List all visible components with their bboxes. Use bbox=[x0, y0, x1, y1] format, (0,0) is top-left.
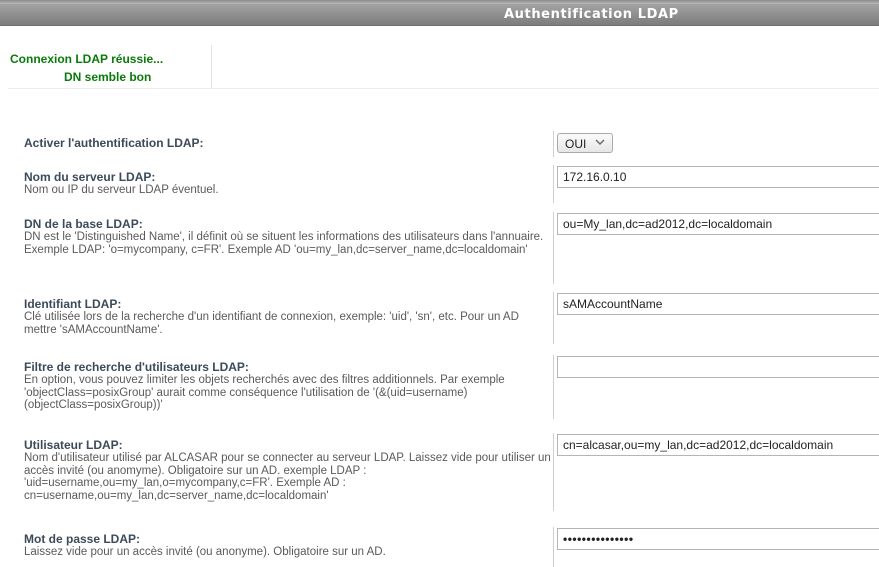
ldap-user-description: Nom d'utilisateur utilisé par ALCASAR po… bbox=[24, 452, 551, 502]
status-message: Connexion LDAP réussie... bbox=[10, 52, 164, 66]
activate-ldap-label: Activer l'authentification LDAP: bbox=[24, 136, 204, 150]
connection-status: Connexion LDAP réussie... DN semble bon bbox=[8, 45, 212, 89]
server-name-label: Nom du serveur LDAP: bbox=[24, 170, 156, 184]
activate-ldap-selected: OUI bbox=[565, 137, 587, 151]
row-activate-ldap: Activer l'authentification LDAP: OUI bbox=[8, 131, 879, 157]
user-filter-description: En option, vous pouvez limiter les objet… bbox=[24, 374, 505, 412]
base-dn-description: DN est le 'Distinguished Name', il défin… bbox=[24, 231, 544, 256]
row-identifier: Identifiant LDAP: Clé utilisée lors de l… bbox=[8, 292, 879, 345]
row-divider bbox=[553, 355, 554, 419]
user-filter-label: Filtre de recherche d'utilisateurs LDAP: bbox=[24, 360, 249, 374]
row-divider bbox=[553, 292, 554, 344]
row-ldap-password: Mot de passe LDAP: Laissez vide pour un … bbox=[8, 527, 879, 567]
divider bbox=[8, 88, 879, 89]
ldap-password-input[interactable]: ••••••••••••••• bbox=[557, 528, 879, 550]
identifier-label: Identifiant LDAP: bbox=[24, 297, 122, 311]
identifier-input[interactable]: sAMAccountName bbox=[557, 293, 879, 315]
status-detail: DN semble bon bbox=[64, 70, 152, 84]
section-title: Authentification LDAP bbox=[504, 7, 679, 22]
user-filter-input[interactable] bbox=[557, 356, 879, 378]
identifier-description: Clé utilisée lors de la recherche d'un i… bbox=[24, 311, 519, 336]
section-header: Authentification LDAP bbox=[0, 4, 879, 26]
ldap-password-description: Laissez vide pour un accès invité (ou an… bbox=[24, 546, 386, 558]
server-name-description: Nom ou IP du serveur LDAP éventuel. bbox=[24, 184, 219, 196]
ldap-password-label: Mot de passe LDAP: bbox=[24, 532, 141, 546]
row-base-dn: DN de la base LDAP: DN est le 'Distingui… bbox=[8, 212, 879, 287]
row-divider bbox=[553, 527, 554, 567]
row-user-filter: Filtre de recherche d'utilisateurs LDAP:… bbox=[8, 355, 879, 422]
server-name-input[interactable]: 172.16.0.10 bbox=[557, 166, 879, 188]
ldap-user-input[interactable]: cn=alcasar,ou=my_lan,dc=ad2012,dc=locald… bbox=[557, 434, 879, 456]
base-dn-input[interactable]: ou=My_lan,dc=ad2012,dc=localdomain bbox=[557, 213, 879, 235]
row-ldap-user: Utilisateur LDAP: Nom d'utilisateur util… bbox=[8, 433, 879, 514]
ldap-user-label: Utilisateur LDAP: bbox=[24, 438, 123, 452]
row-divider bbox=[553, 131, 554, 157]
row-server-name: Nom du serveur LDAP: Nom ou IP du serveu… bbox=[8, 165, 879, 206]
row-divider bbox=[553, 212, 554, 284]
base-dn-label: DN de la base LDAP: bbox=[24, 217, 143, 231]
chevron-down-icon bbox=[595, 139, 605, 145]
row-divider bbox=[553, 165, 554, 203]
activate-ldap-select[interactable]: OUI bbox=[557, 133, 613, 153]
row-divider bbox=[553, 433, 554, 511]
